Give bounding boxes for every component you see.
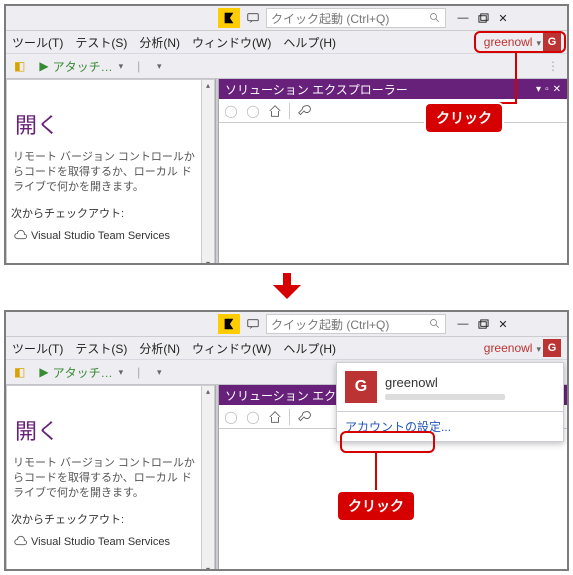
window-close-icon[interactable]: ✕ — [494, 315, 512, 333]
menu-bar: ツール(T) テスト(S) 分析(N) ウィンドウ(W) ヘルプ(H) gree… — [6, 337, 567, 359]
left-scrollbar[interactable]: ▴▾ — [201, 79, 215, 265]
toolbar-overflow-icon[interactable]: ⋮ — [541, 57, 565, 75]
solution-explorer-title-label: ソリューション エクスプローラー — [225, 81, 408, 98]
down-arrow-icon — [4, 271, 569, 304]
menu-analyze[interactable]: 分析(N) — [135, 338, 184, 359]
menu-window[interactable]: ウィンドウ(W) — [188, 32, 275, 53]
notification-flag-button[interactable] — [218, 8, 240, 28]
se-back-icon[interactable]: ◯ — [221, 407, 241, 427]
se-sep — [289, 409, 290, 425]
click-badge: クリック — [424, 102, 504, 134]
quick-launch-placeholder: クイック起動 (Ctrl+Q) — [271, 316, 389, 333]
title-bar: クイック起動 (Ctrl+Q) — ✕ — [6, 312, 567, 337]
quick-launch-placeholder: クイック起動 (Ctrl+Q) — [271, 10, 389, 27]
user-dropdown-arrow — [534, 341, 541, 355]
se-sep — [289, 103, 290, 119]
left-scrollbar[interactable]: ▴▾ — [201, 385, 215, 571]
window-min-icon[interactable]: — — [454, 9, 472, 27]
se-back-icon[interactable]: ◯ — [221, 101, 241, 121]
account-popup: G greenowl アカウントの設定... — [336, 362, 564, 442]
menu-test[interactable]: テスト(S) — [71, 338, 131, 359]
screenshot-after: クイック起動 (Ctrl+Q) — ✕ ツール(T) テスト(S) 分析(N) … — [4, 310, 569, 571]
toolbar-open-icon[interactable]: ◧ — [8, 57, 31, 75]
layer-button[interactable] — [148, 364, 164, 380]
start-page-panel: 開く リモート バージョン コントロールからコードを取得するか、ローカル ドライ… — [6, 79, 201, 265]
user-area[interactable]: greenowl G — [484, 339, 565, 357]
se-properties-icon[interactable] — [294, 407, 314, 427]
solution-explorer-body — [219, 123, 567, 265]
notification-flag-button[interactable] — [218, 314, 240, 334]
vsts-label: Visual Studio Team Services — [31, 536, 170, 548]
window-restore-icon[interactable] — [474, 315, 492, 333]
highlight-user-area — [474, 31, 566, 53]
se-forward-icon[interactable]: ◯ — [243, 407, 263, 427]
popup-user-info: greenowl — [385, 375, 505, 400]
feedback-icon[interactable] — [242, 8, 264, 28]
menu-tools[interactable]: ツール(T) — [8, 338, 67, 359]
window-close-icon[interactable]: ✕ — [494, 9, 512, 27]
solution-explorer-title-label: ソリューション エクス — [225, 387, 348, 404]
click-badge: クリック — [336, 490, 416, 522]
toolbar-separator: | — [131, 363, 146, 381]
popup-user-email-placeholder — [385, 394, 505, 400]
feedback-icon[interactable] — [242, 314, 264, 334]
title-bar: クイック起動 (Ctrl+Q) — ✕ — [6, 6, 567, 31]
popup-user-name: greenowl — [385, 375, 505, 390]
window-restore-icon[interactable] — [474, 9, 492, 27]
search-icon — [429, 12, 441, 24]
menu-help[interactable]: ヘルプ(H) — [279, 338, 340, 359]
menu-analyze[interactable]: 分析(N) — [135, 32, 184, 53]
open-description: リモート バージョン コントロールからコードを取得するか、ローカル ドライブで何… — [11, 456, 197, 501]
open-description: リモート バージョン コントロールからコードを取得するか、ローカル ドライブで何… — [11, 150, 197, 195]
layer-button[interactable] — [148, 58, 164, 74]
se-properties-icon[interactable] — [294, 101, 314, 121]
vsts-link[interactable]: Visual Studio Team Services — [11, 535, 197, 549]
highlight-account-settings — [340, 431, 435, 453]
menu-window[interactable]: ウィンドウ(W) — [188, 338, 275, 359]
toolbar-separator: | — [131, 57, 146, 75]
menu-test[interactable]: テスト(S) — [71, 32, 131, 53]
popup-avatar: G — [345, 371, 377, 403]
account-popup-header: G greenowl — [337, 363, 563, 411]
attach-button[interactable]: ▶ アタッチ… — [33, 362, 129, 383]
cloud-icon — [13, 229, 27, 243]
cloud-icon — [13, 535, 27, 549]
search-icon — [429, 318, 441, 330]
user-name-label: greenowl — [484, 341, 533, 355]
menu-help[interactable]: ヘルプ(H) — [279, 32, 340, 53]
attach-button[interactable]: ▶ アタッチ… — [33, 56, 129, 77]
se-home-icon[interactable] — [265, 101, 285, 121]
user-avatar: G — [543, 339, 561, 357]
screenshot-before: クイック起動 (Ctrl+Q) — ✕ ツール(T) テスト(S) 分析(N) … — [4, 4, 569, 265]
checkout-label: 次からチェックアウト: — [11, 511, 197, 527]
window-min-icon[interactable]: — — [454, 315, 472, 333]
quick-launch-input[interactable]: クイック起動 (Ctrl+Q) — [266, 8, 446, 28]
vsts-link[interactable]: Visual Studio Team Services — [11, 229, 197, 243]
checkout-label: 次からチェックアウト: — [11, 205, 197, 221]
quick-launch-input[interactable]: クイック起動 (Ctrl+Q) — [266, 314, 446, 334]
open-heading: 開く — [15, 414, 197, 446]
se-home-icon[interactable] — [265, 407, 285, 427]
toolbar-open-icon[interactable]: ◧ — [8, 363, 31, 381]
start-page-panel: 開く リモート バージョン コントロールからコードを取得するか、ローカル ドライ… — [6, 385, 201, 571]
menu-tools[interactable]: ツール(T) — [8, 32, 67, 53]
open-heading: 開く — [15, 108, 197, 140]
vsts-label: Visual Studio Team Services — [31, 230, 170, 242]
se-forward-icon[interactable]: ◯ — [243, 101, 263, 121]
